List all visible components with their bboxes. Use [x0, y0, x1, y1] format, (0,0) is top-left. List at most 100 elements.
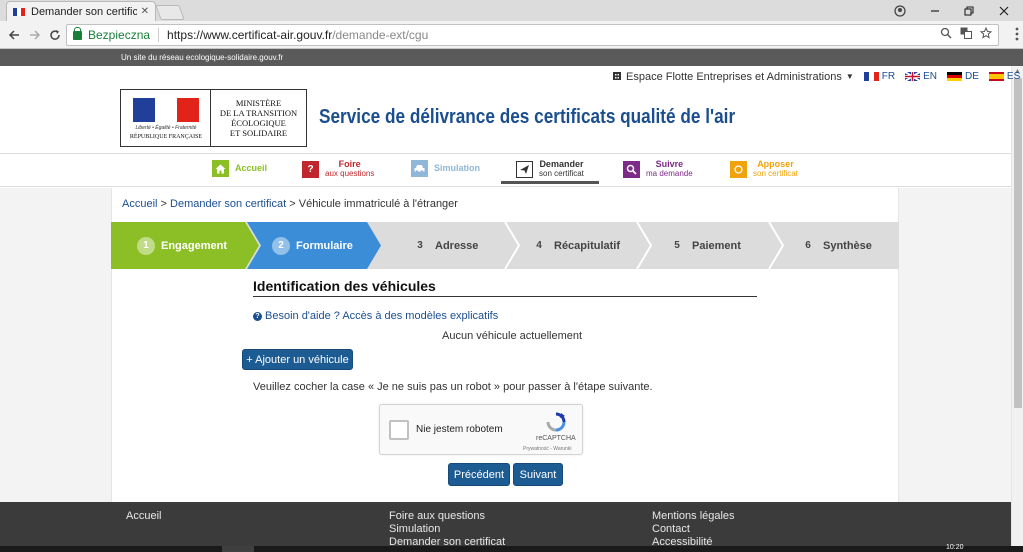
minimize-icon[interactable] — [918, 0, 952, 21]
recaptcha-checkbox[interactable] — [389, 420, 409, 440]
url-host: https://www.certificat-air.gouv.fr — [167, 28, 333, 42]
sticker-icon — [730, 160, 747, 178]
browser-menu-icon[interactable] — [1015, 27, 1019, 44]
url-path: /demande-ext/cgu — [332, 28, 429, 42]
page-background-left — [0, 188, 111, 502]
step-label: Paiement — [692, 239, 741, 252]
no-vehicle-message: Aucun véhicule actuellement — [442, 330, 583, 342]
footer-link-simulation[interactable]: Simulation — [389, 523, 505, 535]
robot-instruction: Veuillez cocher la case « Je ne suis pas… — [253, 381, 653, 393]
account-icon[interactable] — [883, 0, 917, 21]
step-label: Engagement — [161, 239, 228, 252]
footer: Accueil Foire aux questions Simulation D… — [0, 502, 1011, 552]
menu-item-suivre[interactable]: Suivre ma demande — [623, 160, 693, 178]
browser-tabstrip: Demander son certificat ✕ — [0, 0, 1023, 21]
lang-fr[interactable]: FR — [863, 71, 896, 82]
step-number: 3 — [417, 240, 423, 251]
dropdown-caret-icon[interactable]: ▼ — [846, 72, 854, 81]
zoom-icon[interactable] — [940, 27, 952, 42]
menu-label: Demander — [539, 159, 584, 169]
flag-en-icon — [905, 72, 921, 81]
reload-icon[interactable] — [46, 25, 64, 45]
browser-tab[interactable]: Demander son certificat ✕ — [6, 1, 156, 21]
network-bar-text[interactable]: Un site du réseau ecologique-solidaire.g… — [121, 53, 283, 62]
heading-divider — [253, 296, 757, 297]
page-background-right — [899, 188, 1011, 502]
espace-flotte-link[interactable]: Espace Flotte Entreprises et Administrat… — [626, 71, 842, 83]
tab-close-icon[interactable]: ✕ — [141, 6, 149, 17]
car-icon — [411, 160, 428, 177]
breadcrumb-separator: > — [286, 198, 299, 210]
footer-link-contact[interactable]: Contact — [652, 523, 735, 535]
menu-sublabel: ma demande — [646, 169, 693, 178]
bookmark-star-icon[interactable] — [979, 26, 993, 42]
language-bar: Espace Flotte Entreprises et Administrat… — [612, 70, 1023, 83]
menu-sublabel: aux questions — [325, 169, 375, 178]
ministry-logo[interactable]: Liberté • Égalité • Fraternité RÉPUBLIQU… — [120, 89, 307, 147]
next-button[interactable]: Suivant — [513, 463, 563, 486]
recaptcha-legal[interactable]: Prywatność - Warunki — [523, 446, 571, 452]
footer-link-mentions[interactable]: Mentions légales — [652, 510, 735, 522]
menu-item-faq[interactable]: ? Foire aux questions — [302, 160, 374, 178]
progress-stepper: 1 Engagement 2 Formulaire 3 Adresse 4 Ré… — [111, 222, 899, 269]
lang-code: FR — [881, 71, 896, 82]
secure-label: Bezpieczna — [88, 28, 151, 42]
menu-label: Foire — [338, 159, 361, 169]
search-icon — [623, 160, 640, 178]
previous-button[interactable]: Précédent — [448, 463, 510, 486]
lang-code: DE — [965, 71, 979, 82]
ministere-line: MINISTÈRE — [235, 98, 282, 108]
ministere-name: MINISTÈRE DE LA TRANSITION ÉCOLOGIQUE ET… — [211, 90, 306, 146]
footer-col-1: Accueil — [126, 510, 161, 522]
new-tab-button[interactable] — [155, 5, 185, 20]
footer-link-faq[interactable]: Foire aux questions — [389, 510, 505, 522]
add-vehicle-button[interactable]: + Ajouter un véhicule — [242, 349, 353, 370]
restore-icon[interactable] — [952, 0, 986, 21]
page-scrollbar[interactable]: ▲ — [1011, 66, 1023, 552]
menu-item-demander[interactable]: Demander son certificat — [516, 160, 584, 178]
help-circle-icon: ? — [253, 311, 262, 321]
step-number: 5 — [674, 240, 680, 251]
address-bar[interactable]: Bezpieczna https://www.certificat-air.go… — [66, 24, 999, 46]
section-heading: Identification des véhicules — [253, 278, 436, 294]
step-number: 6 — [805, 240, 811, 251]
close-icon[interactable] — [987, 0, 1021, 21]
step-adresse: 3 Adresse — [411, 222, 478, 269]
recaptcha-brand: reCAPTCHA — [536, 435, 576, 442]
menu-sublabel: son certificat — [753, 169, 798, 178]
question-icon: ? — [302, 160, 319, 178]
breadcrumb-request[interactable]: Demander son certificat — [170, 198, 286, 210]
recaptcha-label: Nie jestem robotem — [416, 424, 503, 435]
lang-es[interactable]: ES — [988, 71, 1021, 82]
breadcrumb-home[interactable]: Accueil — [122, 198, 157, 210]
forward-arrow-icon[interactable] — [26, 25, 44, 45]
site-title: Service de délivrance des certificats qu… — [319, 106, 736, 128]
lang-de[interactable]: DE — [947, 71, 979, 82]
step-label: Synthèse — [823, 239, 872, 252]
step-synthese: 6 Synthèse — [799, 222, 872, 269]
breadcrumb-separator: > — [157, 198, 171, 210]
marianne-logo: Liberté • Égalité • Fraternité RÉPUBLIQU… — [121, 90, 211, 146]
lang-en[interactable]: EN — [905, 71, 937, 82]
help-link[interactable]: ? Besoin d'aide ? Accès à des modèles ex… — [253, 310, 498, 322]
menu-item-accueil[interactable]: Accueil — [212, 160, 267, 177]
step-engagement[interactable]: 1 Engagement — [137, 222, 227, 269]
taskbar-active-app[interactable] — [222, 546, 254, 552]
back-arrow-icon[interactable] — [5, 25, 23, 45]
translate-icon[interactable] — [960, 27, 972, 42]
scrollbar-thumb[interactable] — [1014, 78, 1022, 408]
ministere-line: ÉCOLOGIQUE — [231, 118, 286, 128]
menu-label: Apposer — [757, 159, 794, 169]
step-formulaire[interactable]: 2 Formulaire — [272, 222, 353, 269]
menu-item-simulation[interactable]: Simulation — [411, 160, 480, 177]
footer-link-accueil[interactable]: Accueil — [126, 510, 161, 522]
footer-col-3: Mentions légales Contact Accessibilité — [652, 510, 735, 548]
breadcrumb-current: Véhicule immatriculé à l'étranger — [298, 198, 458, 210]
menu-label: Suivre — [655, 159, 684, 169]
footer-col-2: Foire aux questions Simulation Demander … — [389, 510, 505, 548]
step-number: 4 — [536, 240, 542, 251]
menu-label: Simulation — [434, 163, 481, 173]
menu-item-apposer[interactable]: Apposer son certificat — [730, 160, 798, 178]
os-taskbar: 10:20 — [0, 544, 1023, 552]
lang-code: ES — [1006, 71, 1021, 82]
